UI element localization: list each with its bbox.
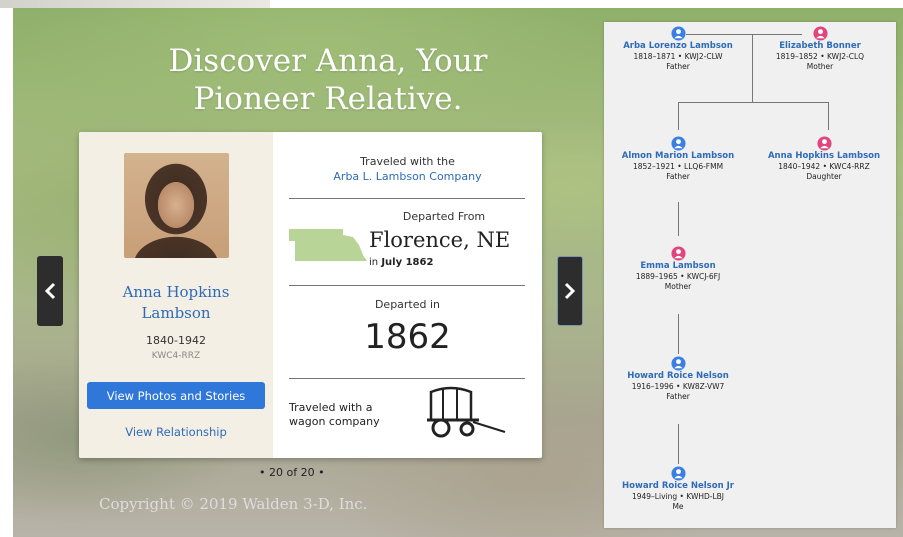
tree-node-howard[interactable]: Howard Roice Nelson 1916–1996 • KW8Z-VW7… xyxy=(608,356,748,402)
next-slide-button[interactable] xyxy=(557,256,583,326)
tree-node-name: Howard Roice Nelson Jr xyxy=(622,481,734,491)
tree-node-meta: 1889–1965 • KWCJ-6FJ xyxy=(635,272,721,281)
chevron-right-icon xyxy=(564,282,576,300)
tree-node-meta: 1840–1942 • KWC4-RRZ xyxy=(778,162,870,171)
male-person-icon xyxy=(670,356,686,371)
previous-slide-button[interactable] xyxy=(37,256,63,326)
tree-node-meta: 1819–1852 • KWJ2-CLQ xyxy=(775,52,865,61)
tree-node-name: Emma Lambson xyxy=(640,261,716,271)
traveled-with-label: Traveled with the xyxy=(360,155,455,168)
tree-node-name: Anna Hopkins Lambson xyxy=(767,151,881,161)
divider xyxy=(289,285,525,286)
person-name-line1: Anna Hopkins xyxy=(122,283,230,301)
male-person-icon xyxy=(670,136,686,151)
company-link[interactable]: Arba L. Lambson Company xyxy=(273,170,542,183)
person-years: 1840-1942 xyxy=(146,334,206,347)
tree-connector xyxy=(678,314,679,354)
tree-node-relation: Father xyxy=(666,392,690,401)
family-tree-panel: Arba Lorenzo Lambson 1818–1871 • KWJ2-CL… xyxy=(604,22,896,528)
tree-node-relation: Daughter xyxy=(806,172,842,181)
person-pid: KWC4-RRZ xyxy=(151,351,201,361)
person-name-link[interactable]: Anna Hopkins Lambson xyxy=(79,282,273,324)
departed-year: 1862 xyxy=(364,317,451,357)
departed-city: Florence, NE xyxy=(369,228,511,252)
hero-title-line1: Discover Anna, Your xyxy=(168,43,488,79)
departed-date-value: July 1862 xyxy=(381,257,434,268)
tree-node-name: Howard Roice Nelson xyxy=(627,371,729,381)
tree-node-meta: 1949–Living • KWHD-LBJ xyxy=(631,492,725,501)
tree-node-howard-jr[interactable]: Howard Roice Nelson Jr 1949–Living • KWH… xyxy=(608,466,748,512)
female-person-icon xyxy=(812,26,828,41)
hero-title-line2: Pioneer Relative. xyxy=(193,81,463,117)
hero-title: Discover Anna, Your Pioneer Relative. xyxy=(73,42,583,118)
tree-node-relation: Me xyxy=(672,502,684,511)
tree-node-name: Elizabeth Bonner xyxy=(779,41,861,51)
view-photos-button[interactable]: View Photos and Stories xyxy=(87,382,265,409)
chevron-left-icon xyxy=(44,282,56,300)
departed-date: in July 1862 xyxy=(369,257,433,268)
person-panel: Anna Hopkins Lambson 1840-1942 KWC4-RRZ … xyxy=(79,132,273,458)
covered-wagon-icon xyxy=(427,386,506,438)
wagon-line1: Traveled with a xyxy=(289,401,373,414)
tree-node-relation: Father xyxy=(666,62,690,71)
tree-node-emma[interactable]: Emma Lambson 1889–1965 • KWCJ-6FJ Mother xyxy=(608,246,748,292)
male-person-icon xyxy=(670,26,686,41)
view-relationship-link[interactable]: View Relationship xyxy=(79,425,273,439)
tree-node-name: Arba Lorenzo Lambson xyxy=(623,41,733,51)
tree-connector xyxy=(678,202,679,236)
male-person-icon xyxy=(670,466,686,481)
tree-connector xyxy=(678,102,679,130)
tree-node-relation: Mother xyxy=(664,282,692,291)
journey-panel: Traveled with the Arba L. Lambson Compan… xyxy=(273,132,542,458)
tree-node-meta: 1852–1921 • LLQ6-FMM xyxy=(632,162,724,171)
female-person-icon xyxy=(816,136,832,151)
female-person-icon xyxy=(670,246,686,261)
slide-pager: • 20 of 20 • xyxy=(259,466,325,479)
divider xyxy=(289,198,525,199)
tree-connector xyxy=(828,102,829,130)
departed-from-label: Departed From xyxy=(402,210,486,223)
wagon-line2: wagon company xyxy=(289,415,380,428)
person-name-line2: Lambson xyxy=(141,304,211,322)
tree-node-name: Almon Marion Lambson xyxy=(621,151,735,161)
tree-node-elizabeth[interactable]: Elizabeth Bonner 1819–1852 • KWJ2-CLQ Mo… xyxy=(750,26,890,72)
tree-node-meta: 1818–1871 • KWJ2-CLW xyxy=(633,52,723,61)
tree-node-almon[interactable]: Almon Marion Lambson 1852–1921 • LLQ6-FM… xyxy=(608,136,748,182)
tree-node-meta: 1916–1996 • KW8Z-VW7 xyxy=(631,382,725,391)
person-portrait xyxy=(124,153,229,258)
tree-node-anna[interactable]: Anna Hopkins Lambson 1840–1942 • KWC4-RR… xyxy=(754,136,894,182)
tree-connector xyxy=(678,102,828,103)
nebraska-map-icon xyxy=(289,229,367,261)
departed-date-prefix: in xyxy=(369,257,379,268)
tree-node-arba[interactable]: Arba Lorenzo Lambson 1818–1871 • KWJ2-CL… xyxy=(608,26,748,72)
tree-connector xyxy=(678,424,679,464)
departed-in-label: Departed in xyxy=(374,298,441,311)
tree-node-relation: Father xyxy=(666,172,690,181)
top-banner-strip xyxy=(0,0,270,8)
tree-node-relation: Mother xyxy=(806,62,834,71)
divider xyxy=(289,378,525,379)
relative-card: Anna Hopkins Lambson 1840-1942 KWC4-RRZ … xyxy=(79,132,542,458)
copyright-text: Copyright © 2019 Walden 3-D, Inc. xyxy=(99,495,368,513)
wagon-company-text: Traveled with a wagon company xyxy=(289,401,399,429)
